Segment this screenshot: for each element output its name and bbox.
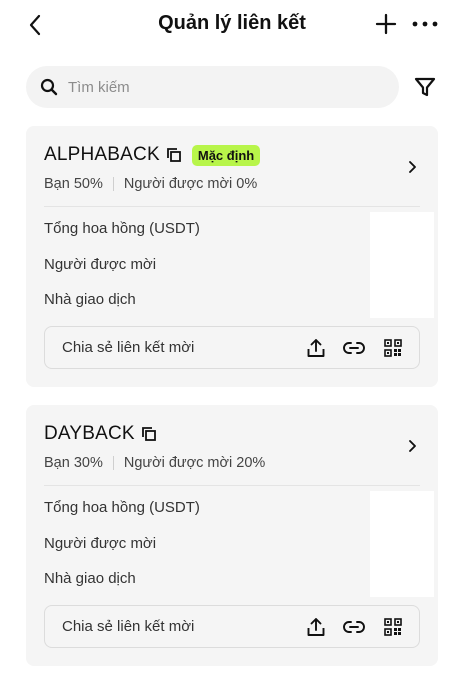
copy-icon[interactable] [166, 147, 182, 163]
traders-label: Nhà giao dịch [44, 570, 136, 587]
share-upload-icon[interactable] [305, 337, 327, 359]
more-options-button[interactable] [410, 10, 440, 38]
filter-button[interactable] [412, 73, 438, 101]
invitee-rate: Người được mời 20% [123, 455, 266, 471]
search-input[interactable] [68, 78, 368, 96]
link-card: DAYBACK Bạn 30% Người được mời 20% Tổng … [26, 405, 438, 666]
more-horizontal-icon [412, 21, 438, 27]
share-label: Chia sẻ liên kết mời [62, 339, 195, 356]
link-details-button[interactable] [404, 435, 420, 457]
invitee-rate: Người được mời 0% [123, 176, 258, 192]
total-commission-label: Tổng hoa hồng (USDT) [44, 220, 200, 237]
link-card: ALPHABACK Mặc định Bạn 50% Người được mờ… [26, 126, 438, 387]
rate-separator [112, 456, 114, 470]
divider [44, 206, 420, 207]
link-details-button[interactable] [404, 156, 420, 178]
stats-values-area [370, 212, 434, 318]
chevron-right-icon [408, 161, 416, 173]
invitees-label: Người được mời [44, 535, 157, 552]
stats-values-area [370, 491, 434, 597]
divider [44, 485, 420, 486]
copy-link-icon[interactable] [343, 337, 365, 359]
share-bar: Chia sẻ liên kết mời [44, 605, 420, 648]
qr-code-icon[interactable] [382, 337, 404, 359]
link-code: ALPHABACK [44, 144, 160, 165]
total-commission-label: Tổng hoa hồng (USDT) [44, 499, 200, 516]
commission-rates: Bạn 30% Người được mời 20% [44, 455, 265, 471]
invitees-label: Người được mời [44, 256, 157, 273]
search-bar[interactable] [26, 66, 399, 108]
chevron-right-icon [408, 440, 416, 452]
add-link-button[interactable] [372, 10, 400, 38]
share-bar: Chia sẻ liên kết mời [44, 326, 420, 369]
copy-icon[interactable] [141, 426, 157, 442]
search-icon [40, 78, 58, 96]
traders-label: Nhà giao dịch [44, 291, 136, 308]
you-rate: Bạn 50% [44, 176, 103, 192]
commission-rates: Bạn 50% Người được mời 0% [44, 176, 257, 192]
share-label: Chia sẻ liên kết mời [62, 618, 195, 635]
link-code: DAYBACK [44, 423, 135, 444]
filter-icon [414, 77, 436, 97]
share-upload-icon[interactable] [305, 616, 327, 638]
copy-link-icon[interactable] [343, 616, 365, 638]
qr-code-icon[interactable] [382, 616, 404, 638]
rate-separator [112, 177, 114, 191]
you-rate: Bạn 30% [44, 455, 103, 471]
link-code-row: DAYBACK [44, 423, 157, 445]
default-badge: Mặc định [191, 144, 261, 166]
link-code-row: ALPHABACK Mặc định [44, 144, 261, 166]
top-bar: Quản lý liên kết [0, 0, 464, 52]
plus-icon [375, 13, 397, 35]
